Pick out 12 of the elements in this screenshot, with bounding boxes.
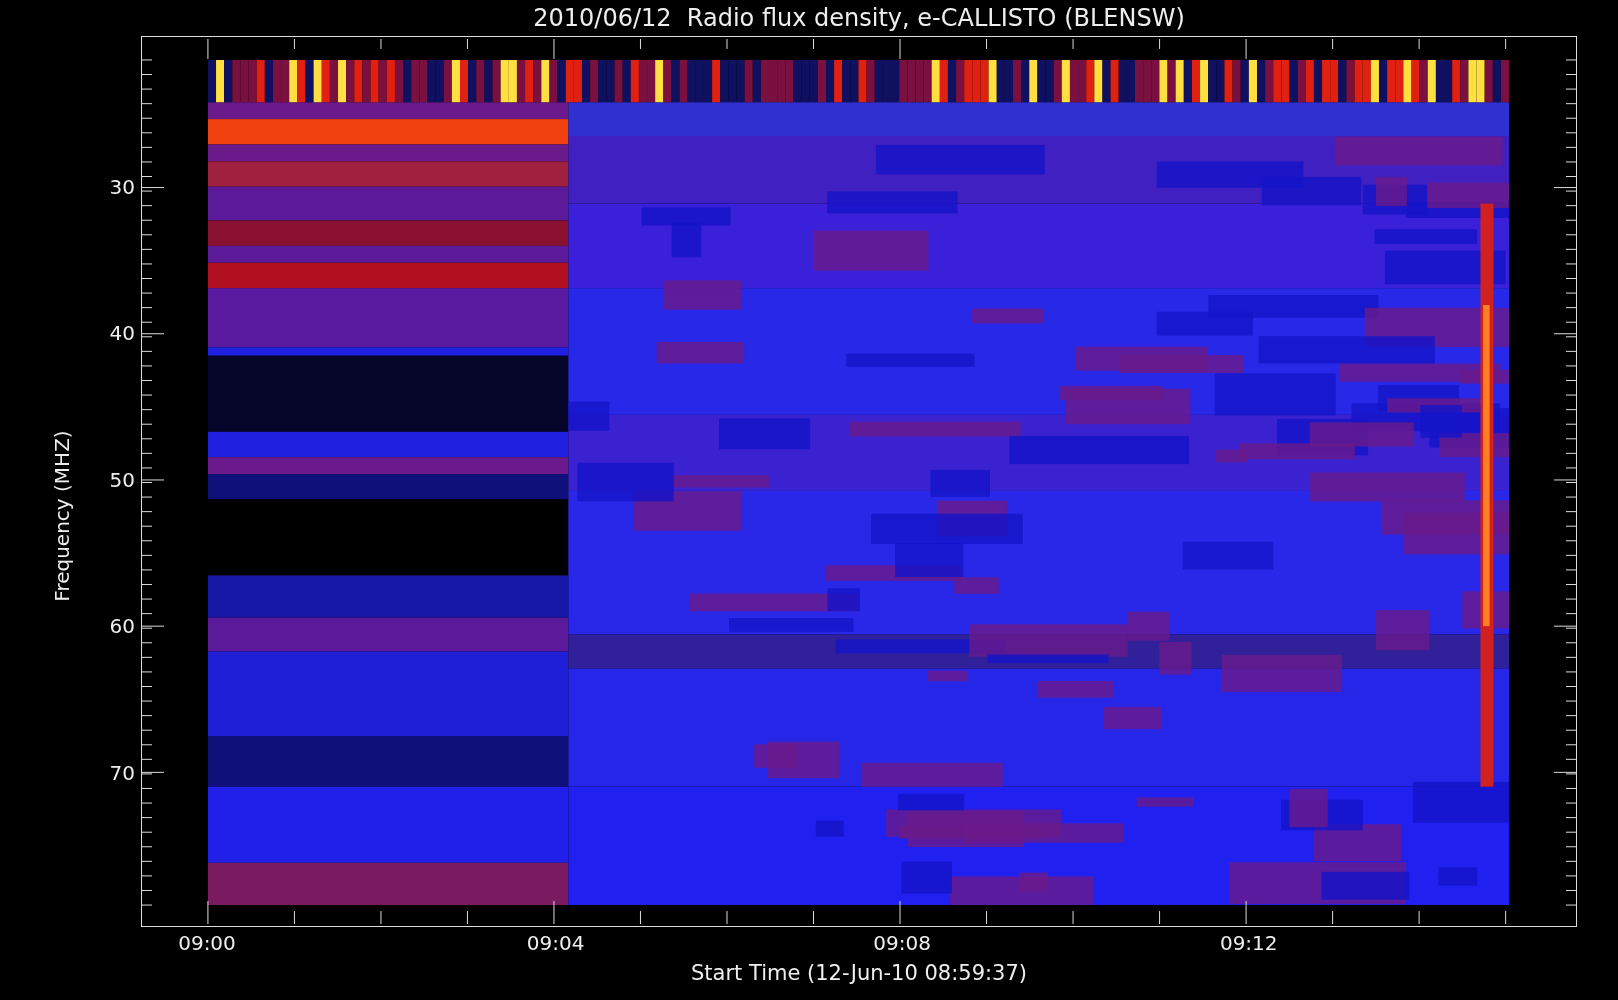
y-tick-label: 60 [109, 614, 135, 639]
y-axis-label: Frequency (MHZ) [50, 430, 74, 602]
x-tick-label: 09:12 [1219, 931, 1278, 955]
x-tick-label: 09:08 [873, 931, 931, 955]
y-tick-label: 40 [109, 321, 135, 346]
x-axis-label: Start Time (12-Jun-10 08:59:37) [691, 961, 1027, 987]
x-tick-label: 09:04 [526, 931, 585, 955]
y-tick-label: 50 [109, 467, 135, 492]
y-tick-label: 30 [109, 174, 135, 199]
y-tick-label: 70 [109, 761, 135, 785]
x-tick-label: 09:00 [178, 931, 236, 955]
chart-title: 2010/06/12 Radio flux density, e-CALLISTO (BLENSW) [533, 4, 1185, 32]
